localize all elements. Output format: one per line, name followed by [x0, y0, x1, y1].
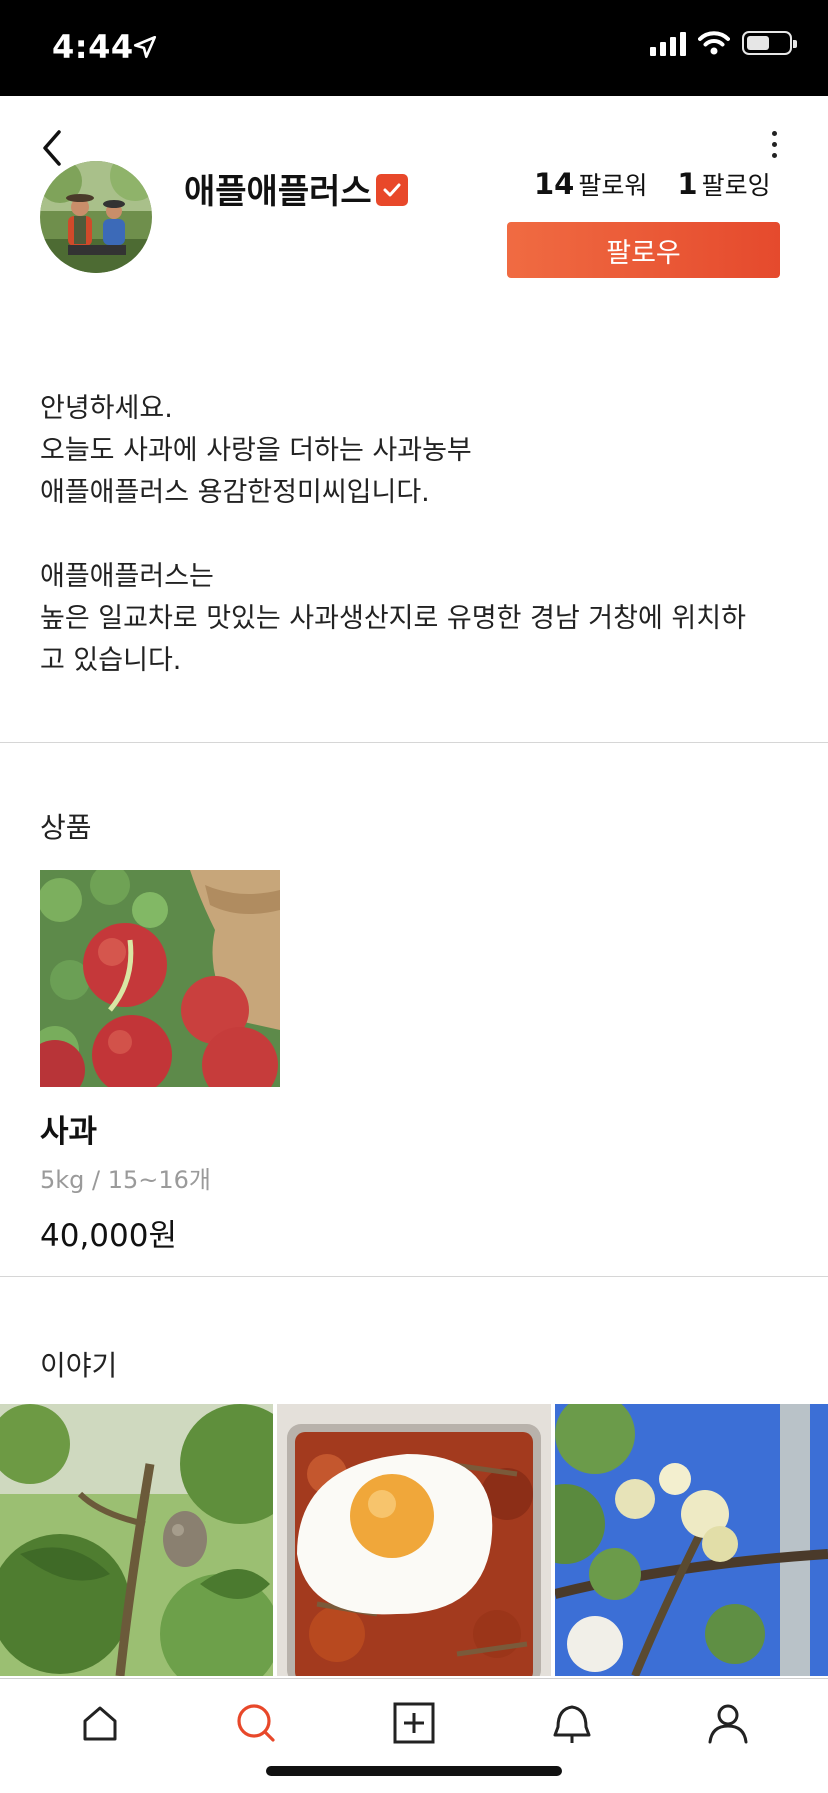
product-price: 40,000원 — [40, 1218, 177, 1254]
profile-stats: 14 팔로워 1 팔로잉 — [534, 166, 771, 202]
more-vertical-icon — [771, 130, 777, 136]
tab-search[interactable] — [216, 1691, 296, 1755]
followers-label: 팔로워 — [578, 171, 648, 200]
bell-icon — [553, 1705, 591, 1743]
tab-notifications[interactable] — [532, 1691, 612, 1755]
section-divider — [0, 1276, 828, 1277]
home-indicator — [266, 1766, 562, 1776]
following-label: 팔로잉 — [701, 171, 771, 200]
product-name[interactable]: 사과 — [40, 1106, 97, 1151]
profile-avatar — [40, 161, 152, 273]
more-options-button[interactable] — [754, 124, 794, 164]
story-thumbnail[interactable] — [277, 1404, 551, 1676]
tab-profile[interactable] — [688, 1691, 768, 1755]
add-post-icon — [393, 1702, 435, 1744]
section-divider — [0, 742, 828, 743]
follow-button[interactable]: 팔로우 — [507, 222, 780, 278]
status-indicators — [650, 30, 797, 56]
wifi-icon — [698, 31, 730, 55]
profile-icon — [708, 1704, 748, 1744]
verified-check-icon — [376, 174, 408, 206]
profile-bio: 안녕하세요. 오늘도 사과에 사랑을 더하는 사과농부 애플애플러스 용감한정미… — [40, 388, 800, 682]
story-thumbnail[interactable] — [0, 1404, 273, 1676]
followers-stat[interactable]: 14 팔로워 — [534, 166, 647, 202]
bio-line: 고 있습니다. — [40, 645, 182, 676]
bio-line: 애플애플러스는 — [40, 561, 214, 592]
profile-name: 애플애플러스 — [184, 172, 372, 212]
followers-count: 14 — [534, 167, 575, 201]
cellular-signal-icon — [650, 30, 686, 56]
stories-grid — [0, 1404, 828, 1676]
search-icon — [237, 1704, 275, 1742]
bio-line: 오늘도 사과에 사랑을 더하는 사과농부 — [40, 435, 472, 466]
location-arrow-icon — [133, 35, 157, 59]
bio-line: 애플애플러스 용감한정미씨입니다. — [40, 477, 430, 508]
tab-create[interactable] — [374, 1691, 454, 1755]
following-stat[interactable]: 1 팔로잉 — [677, 166, 770, 202]
stories-section-title: 이야기 — [40, 1349, 118, 1382]
following-count: 1 — [677, 167, 698, 201]
back-button[interactable] — [32, 124, 72, 172]
status-bar: 4:44 — [0, 0, 828, 96]
story-thumbnail[interactable] — [555, 1404, 828, 1676]
status-time: 4:44 — [52, 28, 134, 66]
bio-line: 안녕하세요. — [40, 393, 173, 424]
tab-home[interactable] — [60, 1691, 140, 1755]
chevron-left-icon — [43, 130, 61, 166]
bio-line: 높은 일교차로 맛있는 사과생산지로 유명한 경남 거창에 위치하 — [40, 603, 746, 634]
product-image[interactable] — [40, 870, 280, 1087]
product-spec: 5kg / 15~16개 — [40, 1166, 212, 1194]
home-icon — [83, 1706, 117, 1741]
battery-icon — [742, 31, 797, 55]
products-section-title: 상품 — [40, 811, 92, 844]
